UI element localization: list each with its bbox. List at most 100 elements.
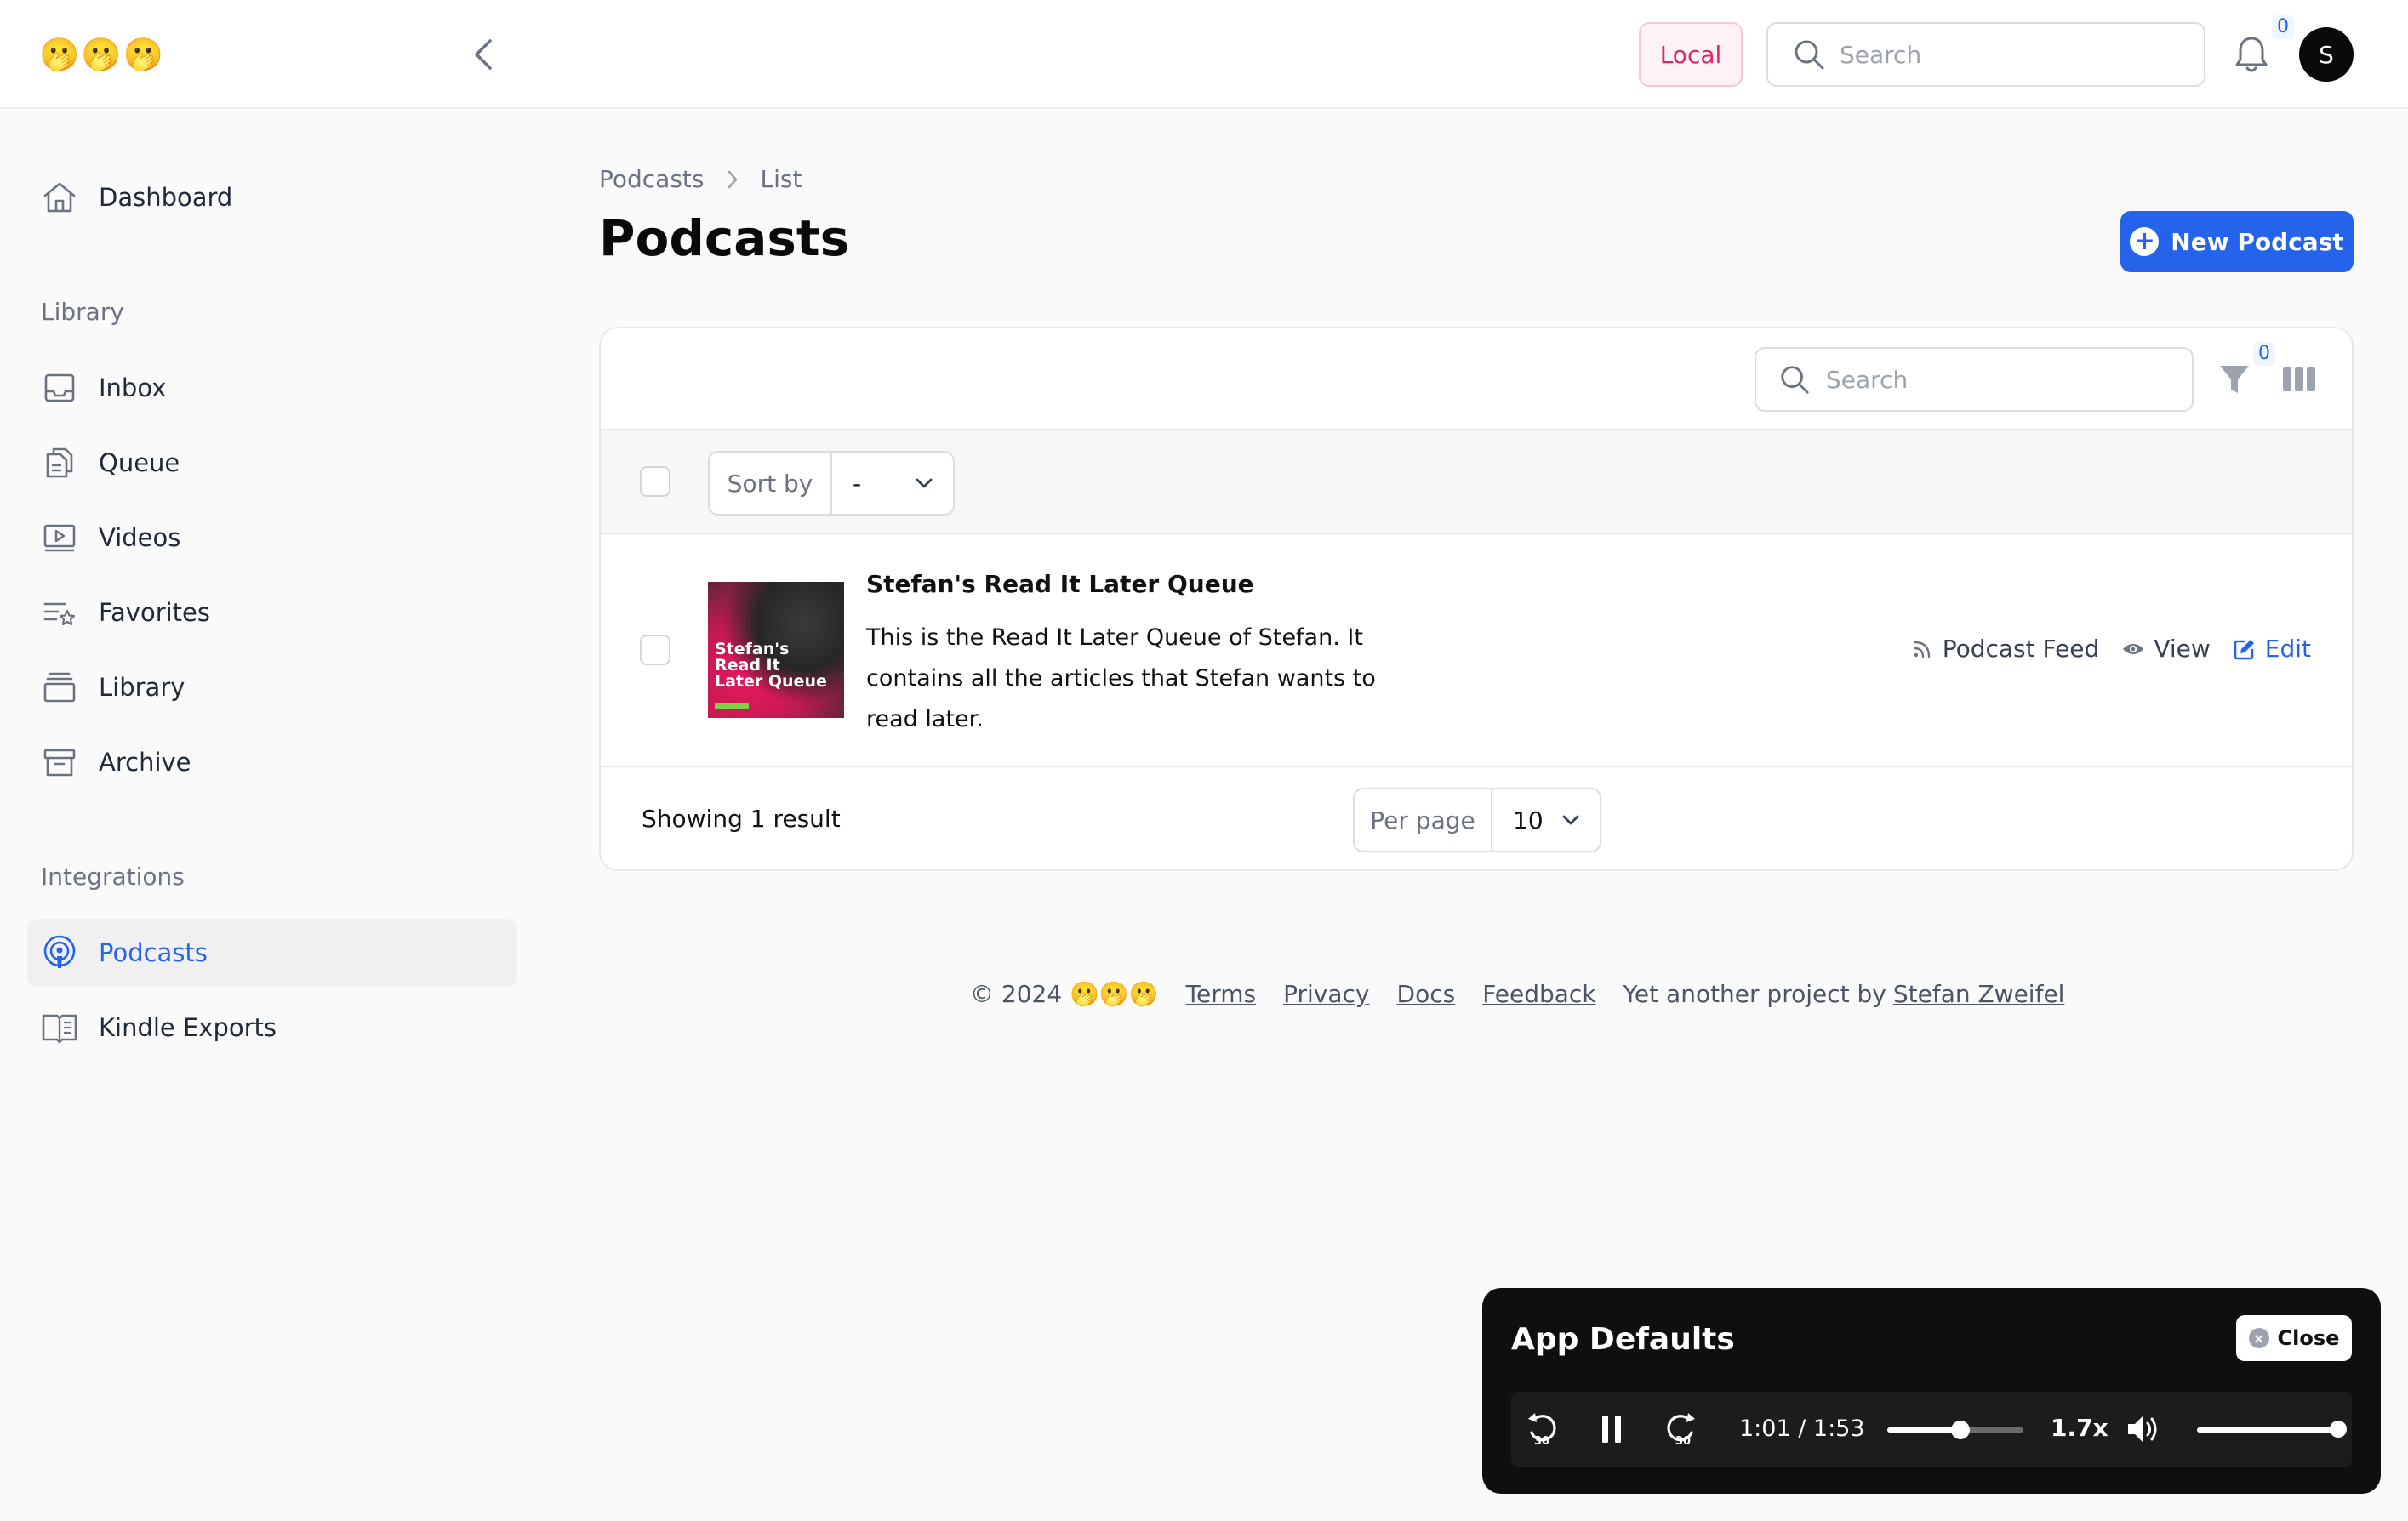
pause-button[interactable] [1595, 1410, 1629, 1448]
documents-icon [41, 444, 78, 481]
table-search[interactable] [1755, 347, 2194, 412]
mute-button[interactable] [2124, 1410, 2161, 1448]
sidebar-group-integrations: Integrations [41, 863, 185, 891]
archive-box-icon [41, 743, 78, 781]
per-page-value[interactable]: 10 [1492, 806, 1600, 835]
footer-link-docs[interactable]: Docs [1397, 980, 1456, 1008]
skip-back-button[interactable]: 30 [1523, 1409, 1561, 1450]
footer-link-terms[interactable]: Terms [1186, 980, 1256, 1008]
edit-link[interactable]: Edit [2233, 635, 2311, 663]
view-label: View [2154, 635, 2211, 663]
sort-select[interactable]: Sort by - [708, 451, 955, 516]
podcast-feed-label: Podcast Feed [1942, 635, 2100, 663]
view-link[interactable]: View [2121, 635, 2211, 663]
per-page-value-text: 10 [1513, 806, 1544, 835]
sidebar-item-label: Kindle Exports [99, 1013, 277, 1042]
video-icon [41, 519, 78, 556]
new-podcast-label: New Podcast [2171, 227, 2344, 256]
footer-link-privacy[interactable]: Privacy [1283, 980, 1369, 1008]
sidebar-item-label: Queue [99, 448, 180, 477]
podcast-cover-image: Stefan's Read It Later Queue [708, 582, 844, 718]
podcast-feed-link[interactable]: Podcast Feed [1910, 635, 2100, 663]
notification-count: 0 [2272, 15, 2294, 39]
sidebar-item-videos[interactable]: Videos [27, 504, 517, 572]
collapse-sidebar-button[interactable] [466, 36, 500, 73]
skip-back-seconds: 30 [1534, 1435, 1549, 1448]
volume-level [2197, 1427, 2338, 1433]
page-title: Podcasts [599, 209, 850, 267]
inbox-icon [41, 369, 78, 407]
podcast-icon [41, 934, 78, 971]
app-logo[interactable]: 🫢🫢🫢 [39, 34, 165, 75]
fast-forward-icon: 30 [1667, 1413, 1695, 1448]
sidebar-item-dashboard[interactable]: Dashboard [27, 163, 517, 231]
copyright: © 2024 🫢🫢🫢 [970, 980, 1159, 1008]
sidebar-item-label: Archive [99, 748, 191, 777]
skip-forward-seconds: 30 [1675, 1435, 1691, 1448]
sort-value[interactable]: - [832, 470, 953, 498]
sidebar-item-label: Favorites [99, 598, 210, 627]
seek-bar[interactable] [1887, 1421, 2023, 1439]
sidebar-item-label: Videos [99, 523, 181, 552]
sidebar-item-label: Podcasts [99, 938, 208, 967]
pause-icon [1602, 1416, 1621, 1443]
star-list-icon [41, 594, 78, 631]
chevron-left-icon [475, 39, 492, 70]
sidebar-item-favorites[interactable]: Favorites [27, 578, 517, 647]
sort-row: Sort by - [601, 430, 2352, 534]
sidebar-item-kindle-exports[interactable]: Kindle Exports [27, 994, 517, 1062]
filter-icon[interactable] [2217, 361, 2251, 398]
volume-icon [2128, 1416, 2157, 1442]
global-search[interactable] [1766, 22, 2205, 87]
skip-forward-button[interactable]: 30 [1663, 1409, 1700, 1450]
playback-speed-button[interactable]: 1.7x [2051, 1414, 2108, 1442]
cover-title: Stefan's Read It Later Queue [715, 640, 827, 691]
breadcrumb-podcasts[interactable]: Podcasts [599, 165, 705, 193]
sidebar-item-label: Inbox [99, 373, 167, 402]
edit-icon [2233, 637, 2257, 661]
search-icon [1795, 40, 1824, 70]
close-player-button[interactable]: × Close [2236, 1315, 2352, 1361]
sidebar-item-inbox[interactable]: Inbox [27, 354, 517, 422]
table-row[interactable]: Stefan's Read It Later Queue Stefan's Read… [601, 534, 2352, 767]
sidebar-item-library[interactable]: Library [27, 653, 517, 721]
sidebar-item-podcasts[interactable]: Podcasts [27, 919, 517, 987]
row-checkbox[interactable] [640, 635, 670, 665]
sidebar-item-queue[interactable]: Queue [27, 429, 517, 497]
chevron-down-icon [1562, 815, 1579, 825]
chevron-down-icon [916, 478, 933, 488]
table-search-input[interactable] [1826, 365, 2166, 394]
global-search-input[interactable] [1840, 40, 2180, 69]
per-page-select[interactable]: Per page 10 [1353, 788, 1601, 852]
footer-link-feedback[interactable]: Feedback [1482, 980, 1595, 1008]
sidebar-item-archive[interactable]: Archive [27, 728, 517, 796]
close-icon: × [2248, 1328, 2269, 1348]
new-podcast-button[interactable]: + New Podcast [2120, 211, 2354, 272]
podcasts-table: 0 Sort by - Stefan'sRead ItLater Queue S… [599, 327, 2354, 871]
audio-player: App Defaults × Close 30 30 1:01 / 1:53 1… [1482, 1288, 2381, 1494]
bell-icon[interactable] [2233, 34, 2270, 75]
book-open-icon [41, 1009, 78, 1046]
credit-author-link[interactable]: Stefan Zweifel [1893, 980, 2065, 1008]
row-actions: Podcast Feed View Edit [1888, 635, 2311, 663]
home-icon [41, 179, 78, 216]
credit: Yet another project by Stefan Zweifel [1623, 980, 2065, 1008]
sidebar-item-label: Library [99, 673, 185, 702]
rss-icon [1910, 637, 1934, 661]
podcast-description: This is the Read It Later Queue of Stefa… [866, 624, 1376, 732]
cover-tag [715, 703, 749, 709]
result-summary: Showing 1 result [642, 805, 841, 833]
search-icon [1781, 366, 1809, 394]
seek-handle[interactable] [1951, 1421, 1971, 1439]
credit-prefix: Yet another project by [1623, 980, 1886, 1008]
sidebar-group-library: Library [41, 298, 124, 326]
volume-handle[interactable] [2330, 1421, 2347, 1438]
columns-icon[interactable] [2280, 361, 2318, 398]
sort-label: Sort by [710, 453, 832, 514]
edit-label: Edit [2264, 635, 2311, 663]
volume-slider[interactable] [2197, 1421, 2347, 1438]
select-all-checkbox[interactable] [640, 466, 670, 497]
stack-icon [41, 669, 78, 706]
user-avatar[interactable]: S [2299, 27, 2354, 82]
player-controls: 30 30 1:01 / 1:53 1.7x [1511, 1392, 2352, 1467]
